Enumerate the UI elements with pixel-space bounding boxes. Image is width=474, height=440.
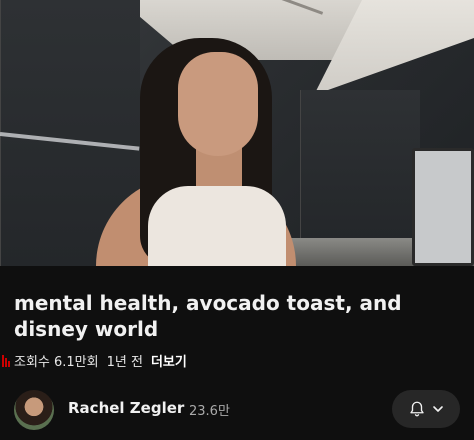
more-link[interactable]: 더보기 [151,351,187,370]
chevron-down-icon [433,406,443,412]
video-title[interactable]: mental health, avocado toast, and disney… [14,290,460,342]
subscriber-count: 23.6만 [189,404,230,419]
person-face [178,52,258,156]
video-player[interactable] [0,0,474,266]
upload-age: 1년 전 [106,354,143,370]
bell-icon [410,401,424,417]
video-meta[interactable]: 조회수 6.1만회 1년 전 더보기 [2,350,187,370]
channel-name[interactable]: Rachel Zegler [68,399,184,417]
channel-row: Rachel Zegler 23.6만 [0,386,474,432]
notification-button[interactable] [392,390,460,428]
avatar[interactable] [14,390,54,430]
video-watch-page: mental health, avocado toast, and disney… [0,0,474,440]
view-count: 조회수 6.1만회 [14,354,99,370]
scene-monitor [412,148,474,266]
scene-cabinet-right [300,90,420,240]
person-top [148,186,286,266]
bar-chart-icon [2,355,10,367]
